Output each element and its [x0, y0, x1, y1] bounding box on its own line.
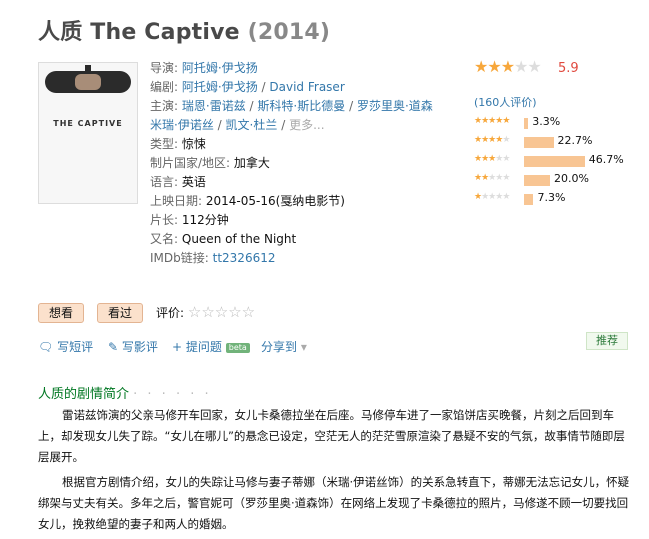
poster-title: THE CAPTIVE — [53, 119, 123, 128]
rating-bar — [524, 175, 550, 186]
rating-percent: 7.3% — [537, 191, 566, 204]
comment-icon: 🗨 — [38, 340, 54, 354]
watched-button[interactable]: 看过 — [97, 303, 143, 323]
rate-label: 评价: — [156, 306, 185, 320]
aka-label: 又名: — [150, 232, 179, 246]
rating-percent: 22.7% — [557, 134, 593, 147]
aka-value: Queen of the Night — [181, 232, 297, 246]
rating-count-link[interactable]: (160人评价) — [474, 94, 537, 110]
cast-link[interactable]: 米瑞·伊诺丝 — [150, 118, 214, 132]
imdb-link[interactable]: tt2326612 — [213, 251, 276, 265]
chevron-down-icon: ▾ — [300, 340, 307, 354]
movie-info: 导演: 阿托姆·伊戈扬 编剧: 阿托姆·伊戈扬 / David Fraser 主… — [150, 61, 433, 265]
cast-link[interactable]: 凯文·杜兰 — [226, 118, 278, 132]
director-link[interactable]: 阿托姆·伊戈扬 — [182, 61, 258, 75]
summary-heading-text: 人质的剧情简介 — [38, 387, 130, 402]
beta-badge: beta — [225, 342, 250, 353]
writer-link[interactable]: 阿托姆·伊戈扬 — [182, 80, 258, 94]
cast-label: 主演: — [150, 99, 179, 113]
movie-year: (2014) — [247, 20, 331, 45]
write-short-review-link[interactable]: 🗨 写短评 — [38, 338, 93, 355]
ask-question-link[interactable]: + 提问题 beta — [172, 338, 250, 355]
summary-paragraph: 雷诺兹饰演的父亲马修开车回家，女儿卡桑德拉坐在后座。马修停车进了一家馅饼店买晚餐… — [38, 408, 625, 464]
imdb-label: IMDb链接: — [150, 251, 209, 265]
release-value: 2014-05-16(戛纳电影节) — [205, 194, 345, 208]
write-review-link[interactable]: ✎ 写影评 — [108, 338, 158, 355]
star-row-icon: ★★★★★ — [474, 116, 510, 126]
rate-widget: 评价: ☆☆☆☆☆ — [156, 303, 255, 321]
runtime-label: 片长: — [150, 213, 179, 227]
star-row-icon: ★★★★★ — [474, 173, 510, 183]
poster-mirror-image — [45, 65, 131, 93]
plot-summary: 雷诺兹饰演的父亲马修开车回家，女儿卡桑德拉坐在后座。马修停车进了一家馅饼店买晚餐… — [38, 405, 634, 539]
rating-stars-icon: ★★★★★ — [474, 57, 542, 76]
rating-score: 5.9 — [558, 61, 579, 76]
movie-poster[interactable]: THE CAPTIVE — [38, 62, 138, 204]
rating-percent: 20.0% — [554, 172, 589, 185]
country-value: 加拿大 — [233, 156, 270, 170]
runtime-value: 112分钟 — [181, 213, 229, 227]
rating-bar — [524, 156, 585, 167]
share-label: 分享到 — [261, 340, 298, 354]
page-title: 人质 The Captive (2014) — [38, 14, 330, 46]
pencil-icon: ✎ — [108, 340, 119, 354]
movie-name: 人质 The Captive — [38, 20, 240, 45]
language-label: 语言: — [150, 175, 179, 189]
star-row-icon: ★★★★★ — [474, 135, 510, 145]
rating-percent: 3.3% — [532, 115, 561, 128]
summary-heading: 人质的剧情简介 · · · · · · — [38, 383, 212, 402]
review-label: 写影评 — [121, 340, 158, 354]
short-review-label: 写短评 — [57, 340, 94, 354]
country-label: 制片国家/地区: — [150, 156, 231, 170]
share-link[interactable]: 分享到 ▾ — [261, 338, 307, 355]
writer-link[interactable]: David Fraser — [269, 80, 344, 94]
rating-bar — [524, 118, 529, 129]
star-row-icon: ★★★★★ — [474, 154, 510, 164]
director-label: 导演: — [150, 61, 179, 75]
writer-label: 编剧: — [150, 80, 179, 94]
rating-panel: ★★★★★ 5.9 (160人评价) ★★★★★ 3.3% ★★★★★ 22.7% ★★… — [474, 57, 634, 205]
summary-paragraph: 根据官方剧情介绍，女儿的失踪让马修与妻子蒂娜（米瑞·伊诺丝饰）的关系急转直下，蒂… — [38, 475, 630, 531]
plus-icon: + — [172, 340, 183, 354]
release-label: 上映日期: — [150, 194, 203, 208]
language-value: 英语 — [181, 175, 206, 189]
rating-percent: 46.7% — [588, 153, 624, 166]
recommend-button[interactable]: 推荐 — [586, 332, 628, 350]
rating-bar — [524, 194, 534, 205]
rating-bar — [524, 137, 554, 148]
question-label: 提问题 — [185, 340, 222, 354]
genre-value: 惊悚 — [181, 137, 206, 151]
want-to-watch-button[interactable]: 想看 — [38, 303, 84, 323]
cast-link[interactable]: 斯科特·斯比德曼 — [257, 99, 345, 113]
cast-link[interactable]: 瑞恩·雷诺兹 — [182, 99, 246, 113]
more-cast-link[interactable]: 更多... — [289, 118, 324, 132]
genre-label: 类型: — [150, 137, 179, 151]
heading-dots: · · · · · · — [133, 387, 212, 402]
rate-stars-icon[interactable]: ☆☆☆☆☆ — [188, 303, 255, 321]
cast-link[interactable]: 罗莎里奥·道森 — [357, 99, 433, 113]
star-row-icon: ★★★★★ — [474, 192, 510, 202]
